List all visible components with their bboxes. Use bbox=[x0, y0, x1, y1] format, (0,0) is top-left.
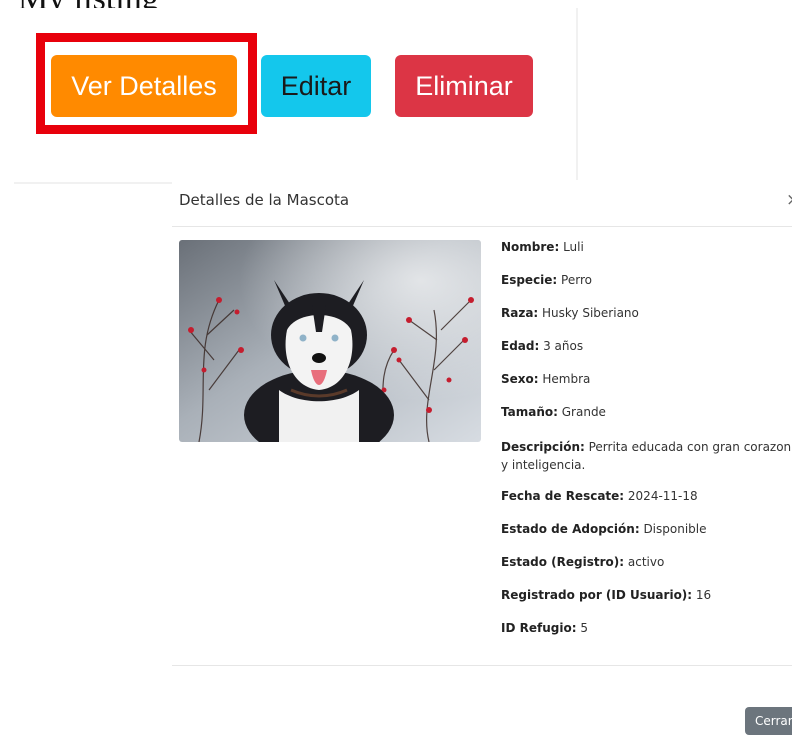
detail-value: 2024-11-18 bbox=[624, 489, 698, 503]
detail-value: 16 bbox=[692, 588, 712, 602]
detail-label: Tamaño: bbox=[501, 405, 558, 419]
detail-value: activo bbox=[624, 555, 665, 569]
detail-value: Hembra bbox=[538, 372, 591, 386]
detail-sexo: Sexo: Hembra bbox=[501, 372, 792, 387]
detail-edad: Edad: 3 años bbox=[501, 339, 792, 354]
delete-button[interactable]: Eliminar bbox=[395, 55, 533, 117]
detail-tamano: Tamaño: Grande bbox=[501, 405, 792, 420]
highlight-box bbox=[36, 33, 257, 134]
detail-especie: Especie: Perro bbox=[501, 273, 792, 288]
detail-nombre: Nombre: Luli bbox=[501, 240, 792, 255]
modal-title: Detalles de la Mascota bbox=[179, 191, 350, 209]
pet-photo bbox=[179, 240, 481, 442]
detail-value: Perro bbox=[557, 273, 592, 287]
detail-id-refugio: ID Refugio: 5 bbox=[501, 621, 792, 636]
detail-label: Estado de Adopción: bbox=[501, 522, 640, 536]
detail-value: Luli bbox=[559, 240, 584, 254]
detail-value: Disponible bbox=[639, 522, 707, 536]
detail-fecha-rescate: Fecha de Rescate: 2024-11-18 bbox=[501, 489, 792, 504]
detail-estado-adopcion: Estado de Adopción: Disponible bbox=[501, 522, 792, 537]
edit-button[interactable]: Editar bbox=[261, 55, 371, 117]
detail-raza: Raza: Husky Siberiano bbox=[501, 306, 792, 321]
modal-header: Detalles de la Mascota × bbox=[172, 180, 792, 227]
detail-label: Estado (Registro): bbox=[501, 555, 625, 569]
detail-registrado-por: Registrado por (ID Usuario): 16 bbox=[501, 588, 792, 603]
detail-label: Fecha de Rescate: bbox=[501, 489, 625, 503]
pet-details-modal: Detalles de la Mascota × bbox=[172, 180, 792, 735]
detail-value: Husky Siberiano bbox=[538, 306, 639, 320]
detail-label: Nombre: bbox=[501, 240, 560, 254]
detail-value: 5 bbox=[576, 621, 588, 635]
detail-value: 3 años bbox=[539, 339, 584, 353]
detail-label: Edad: bbox=[501, 339, 540, 353]
pet-details-list: Nombre: Luli Especie: Perro Raza: Husky … bbox=[501, 240, 792, 654]
detail-label: Raza: bbox=[501, 306, 539, 320]
detail-label: Sexo: bbox=[501, 372, 539, 386]
close-button[interactable]: Cerrar bbox=[745, 707, 792, 735]
detail-estado-registro: Estado (Registro): activo bbox=[501, 555, 792, 570]
modal-footer-divider bbox=[172, 665, 792, 666]
detail-label: Descripción: bbox=[501, 440, 585, 454]
detail-label: Registrado por (ID Usuario): bbox=[501, 588, 693, 602]
detail-label: ID Refugio: bbox=[501, 621, 577, 635]
detail-label: Especie: bbox=[501, 273, 558, 287]
close-icon[interactable]: × bbox=[786, 190, 792, 210]
detail-descripcion: Descripción: Perrita educada con gran co… bbox=[501, 438, 792, 474]
detail-value: Grande bbox=[557, 405, 606, 419]
